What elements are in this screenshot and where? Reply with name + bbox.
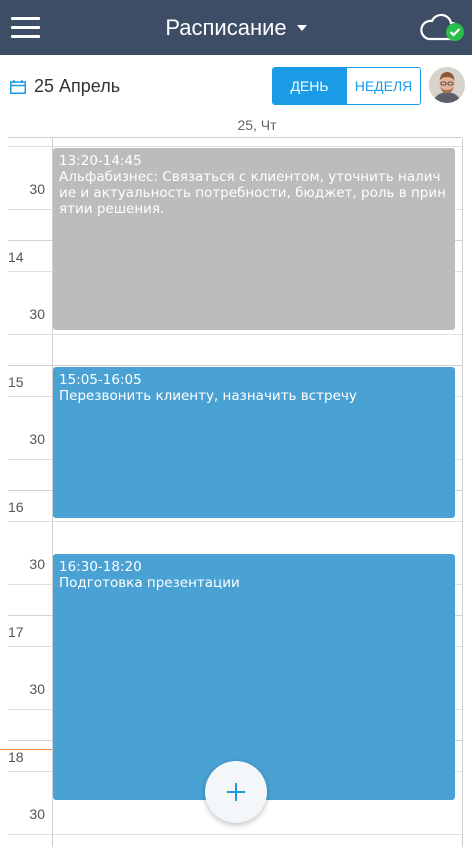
gutter-line: [8, 584, 52, 585]
plus-icon: [227, 783, 245, 801]
time-label-16-30: 30: [29, 556, 45, 572]
gutter-line: [8, 771, 52, 772]
top-bar: Расписание: [0, 0, 472, 55]
time-label-17: 17: [8, 624, 24, 640]
half-hour-line: [52, 334, 462, 335]
gutter-line: [8, 646, 52, 647]
page-title-dropdown[interactable]: Расписание: [165, 14, 307, 41]
add-event-button[interactable]: [205, 761, 267, 823]
view-week-button[interactable]: НЕДЕЛЯ: [346, 68, 420, 104]
page-title: Расписание: [165, 14, 287, 40]
gutter-line: [8, 209, 52, 210]
hour-line: [8, 365, 462, 366]
gutter-line: [8, 146, 52, 147]
hamburger-menu-icon[interactable]: [11, 17, 40, 38]
event-card[interactable]: 16:30-18:20 Подготовка презентации: [53, 554, 455, 800]
view-toggle: ДЕНЬ НЕДЕЛЯ: [272, 67, 421, 105]
gutter-line: [8, 709, 52, 710]
event-title: Подготовка презентации: [59, 575, 240, 591]
time-label-17-30: 30: [29, 681, 45, 697]
time-label-18-30: 30: [29, 806, 45, 822]
event-card[interactable]: 13:20-14:45 Альфабизнес: Связаться с кли…: [53, 148, 455, 330]
event-time: 15:05-16:05: [59, 372, 142, 388]
event-title: Альфабизнес: Связаться с клиентом, уточн…: [59, 169, 446, 217]
gutter-line: [8, 396, 52, 397]
gutter-line: [8, 521, 52, 522]
time-label-18: 18: [8, 749, 24, 765]
event-title: Перезвонить клиенту, назначить встречу: [59, 388, 357, 404]
gutter-line: [8, 271, 52, 272]
gutter-line: [8, 459, 52, 460]
calendar-icon[interactable]: [10, 80, 26, 94]
half-hour-line: [52, 521, 462, 522]
day-column-header: 25, Чт: [237, 117, 277, 133]
view-day-button[interactable]: ДЕНЬ: [273, 68, 346, 104]
event-time: 16:30-18:20: [59, 559, 142, 575]
gutter-line: [8, 834, 52, 835]
time-label-13-30: 30: [29, 181, 45, 197]
half-hour-line: [52, 834, 462, 835]
cloud-sync-ok-icon[interactable]: [419, 12, 467, 44]
gutter-line: [8, 334, 52, 335]
time-label-15: 15: [8, 374, 24, 390]
caret-down-icon: [296, 24, 307, 31]
event-time: 13:20-14:45: [59, 153, 142, 169]
event-card[interactable]: 15:05-16:05 Перезвонить клиенту, назначи…: [53, 367, 455, 518]
time-label-16: 16: [8, 499, 24, 515]
time-label-14: 14: [8, 249, 24, 265]
current-date[interactable]: 25 Апрель: [34, 76, 120, 97]
date-toolbar: 25 Апрель ДЕНЬ НЕДЕЛЯ: [0, 55, 472, 117]
time-label-14-30: 30: [29, 306, 45, 322]
time-label-15-30: 30: [29, 431, 45, 447]
user-avatar[interactable]: [429, 67, 465, 103]
half-hour-line: [52, 146, 462, 147]
day-time-grid[interactable]: 30 14 30 15 30 16 30 17 30 18 30 13:20-1…: [0, 138, 472, 847]
grid-right-border: [462, 138, 463, 847]
